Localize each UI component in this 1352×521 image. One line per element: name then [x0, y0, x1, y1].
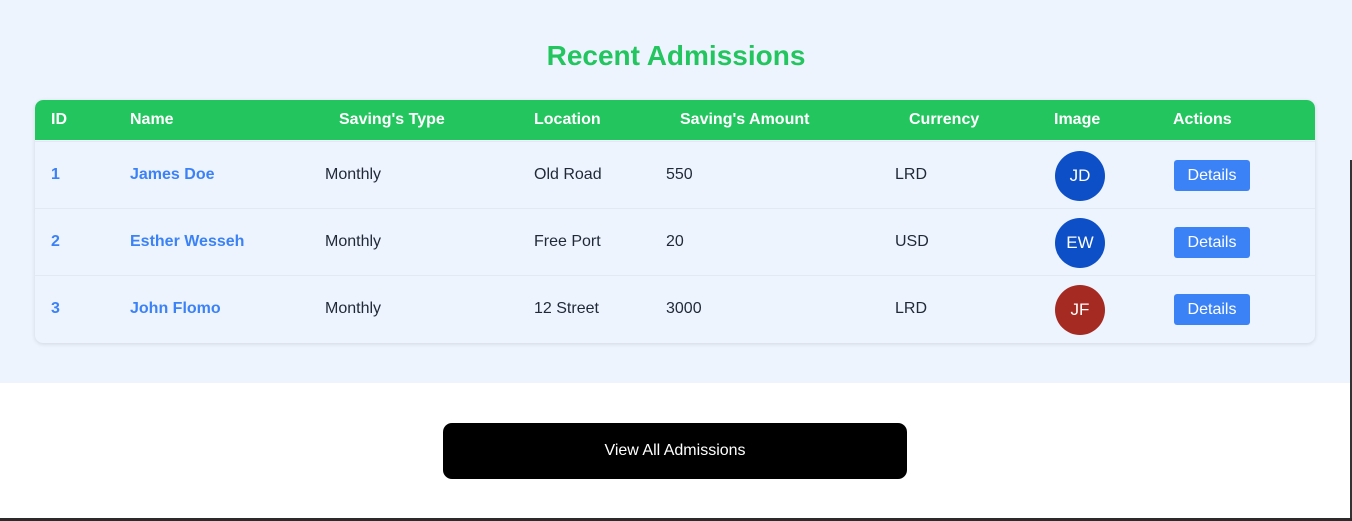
header-name: Name — [130, 111, 174, 128]
admissions-table: ID Name Saving's Type Location Saving's … — [35, 100, 1315, 343]
header-saving-amount: Saving's Amount — [680, 111, 810, 128]
table-header: ID Name Saving's Type Location Saving's … — [35, 100, 1315, 140]
row-currency: LRD — [895, 166, 928, 183]
row-name-link[interactable]: James Doe — [130, 142, 215, 208]
row-id: 2 — [51, 233, 60, 250]
details-button[interactable]: Details — [1174, 160, 1250, 191]
row-saving-type: Monthly — [325, 166, 382, 183]
row-name-link[interactable]: Esther Wesseh — [130, 209, 244, 275]
row-location: Free Port — [534, 233, 601, 250]
details-button[interactable]: Details — [1174, 294, 1250, 325]
header-image: Image — [1054, 111, 1101, 128]
details-button[interactable]: Details — [1174, 227, 1250, 258]
view-all-admissions-button[interactable]: View All Admissions — [443, 423, 907, 479]
row-saving-type: Monthly — [325, 233, 382, 250]
section-title: Recent Admissions — [546, 40, 806, 71]
row-location: 12 Street — [534, 300, 599, 317]
avatar: JF — [1055, 285, 1105, 335]
table-row: 1 James Doe Monthly Old Road 550 LRD JD … — [35, 141, 1315, 208]
row-amount: 20 — [666, 233, 684, 250]
row-location: Old Road — [534, 166, 602, 183]
avatar: JD — [1055, 151, 1105, 201]
header-currency: Currency — [909, 111, 980, 128]
header-actions: Actions — [1173, 111, 1232, 128]
recent-admissions-section: Recent Admissions ID Name Saving's Type … — [0, 0, 1352, 383]
row-name-link[interactable]: John Flomo — [130, 276, 221, 342]
row-id: 3 — [51, 300, 60, 317]
row-amount: 550 — [666, 166, 693, 183]
row-id: 1 — [51, 166, 60, 183]
header-id: ID — [51, 111, 67, 128]
header-saving-type: Saving's Type — [339, 111, 445, 128]
row-saving-type: Monthly — [325, 300, 382, 317]
row-currency: USD — [895, 233, 929, 250]
table-row: 3 John Flomo Monthly 12 Street 3000 LRD … — [35, 275, 1315, 342]
row-amount: 3000 — [666, 300, 702, 317]
avatar: EW — [1055, 218, 1105, 268]
table-row: 2 Esther Wesseh Monthly Free Port 20 USD… — [35, 208, 1315, 275]
row-currency: LRD — [895, 300, 928, 317]
header-location: Location — [534, 111, 601, 128]
